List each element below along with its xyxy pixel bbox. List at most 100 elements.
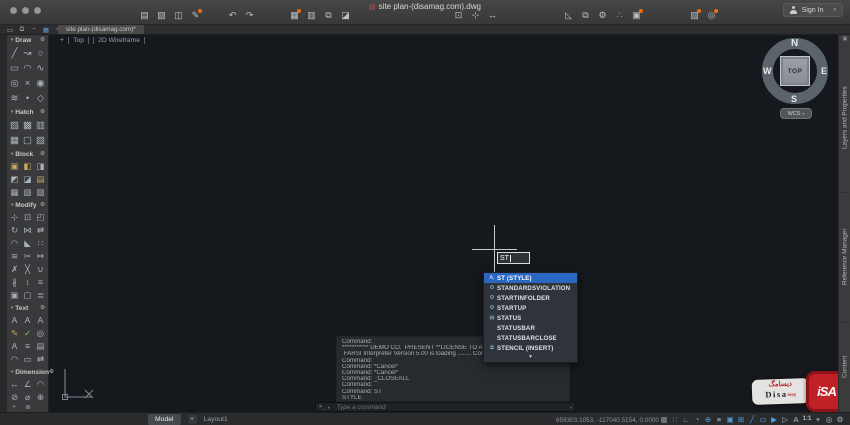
viewport-visual-style-control[interactable]: 2D Wireframe	[93, 37, 145, 44]
stretch-icon[interactable]: ⇄	[34, 224, 47, 237]
content-palettes-icon[interactable]: ▨	[688, 9, 701, 22]
center-mark-icon[interactable]: ⊕	[34, 391, 47, 404]
gradient-icon[interactable]: ▩	[21, 118, 34, 133]
auto-annotation-scale-icon[interactable]: ▷	[780, 414, 790, 425]
insert-block-icon[interactable]: ▣	[8, 160, 21, 173]
spell-check-icon[interactable]: ✓	[21, 327, 34, 340]
wipeout-icon[interactable]: ▢	[21, 133, 34, 148]
block-editor-icon[interactable]: ◨	[34, 160, 47, 173]
palette-section-header-block[interactable]: ▾Block⚙	[7, 148, 48, 160]
erase-icon[interactable]: ✗	[8, 263, 21, 276]
model-tab[interactable]: Model	[148, 414, 181, 425]
rectangle-icon[interactable]: ▭	[8, 61, 21, 76]
annotation-visibility-icon[interactable]: ▶	[769, 414, 779, 425]
fillet-icon[interactable]: ◠	[8, 237, 21, 250]
radius-dimension-icon[interactable]: ⌀	[21, 391, 34, 404]
viewport-controls[interactable]: + Top 2D Wireframe	[60, 37, 145, 44]
align-icon[interactable]: ≡	[34, 276, 47, 289]
panel-toggle-icon[interactable]: ▣	[839, 36, 850, 42]
viewcube-top-face[interactable]: TOP	[780, 56, 810, 86]
palette-section-header-draw[interactable]: ▾Draw⚙	[7, 34, 48, 46]
layouts-icon[interactable]: ▣	[630, 9, 643, 22]
overflow-icon[interactable]: −	[28, 26, 40, 33]
arc-text-icon[interactable]: ◠	[8, 353, 21, 366]
snap-grid-icon[interactable]: ⊞	[736, 414, 746, 425]
join-icon[interactable]: ∪	[34, 263, 47, 276]
annotation-scale-icon[interactable]: 1:1	[802, 414, 812, 425]
point-icon[interactable]: •	[21, 91, 34, 106]
group-icon[interactable]: ▧	[21, 186, 34, 199]
orbit-icon[interactable]: ↔	[486, 9, 499, 22]
palette-section-header-modify[interactable]: ▾Modify⚙	[7, 199, 48, 211]
associative-hatch-icon[interactable]: ▦	[8, 133, 21, 148]
tool-set-list-icon[interactable]: ≣	[25, 404, 31, 412]
autocomplete-item[interactable]: ▤STATUS	[484, 313, 577, 323]
print-preview-icon[interactable]: ▥	[305, 9, 318, 22]
break-icon[interactable]: ∦	[8, 276, 21, 289]
save-file-icon[interactable]: ◫	[172, 9, 185, 22]
hardware-acceleration-icon[interactable]: ▭	[758, 414, 768, 425]
extend-icon[interactable]: ↦	[34, 250, 47, 263]
scale-menu-caret-icon[interactable]: ▾	[813, 414, 823, 425]
section-settings-icon[interactable]: ⚙	[49, 369, 54, 375]
dynamic-command-input[interactable]: ST	[497, 252, 530, 264]
sign-in-button[interactable]: Sign In ▾	[783, 3, 843, 17]
annotation-scale-person-icon[interactable]: A	[791, 414, 801, 425]
viewport-layout-icon[interactable]: ▭	[4, 26, 16, 34]
paste-icon[interactable]: ⧉	[579, 9, 592, 22]
edit-attribute-icon[interactable]: ▤	[34, 173, 47, 186]
command-finder-icon[interactable]: ◎	[705, 9, 718, 22]
wcs-menu[interactable]: WCS ▾	[780, 108, 812, 119]
zoom-window-icon[interactable]: ⊡	[452, 9, 465, 22]
panel-tab-content[interactable]: Content	[839, 326, 850, 408]
ortho-mode-icon[interactable]: ∟	[681, 414, 691, 425]
autocomplete-item[interactable]: STATUSBARCLOSE	[484, 333, 577, 343]
revision-cloud-icon[interactable]: ≋	[8, 91, 21, 106]
viewcube-south[interactable]: S	[791, 94, 797, 104]
purge-icon[interactable]: ▨	[34, 186, 47, 199]
plot-icon[interactable]: ▦	[288, 9, 301, 22]
arc-icon[interactable]: ◠	[21, 61, 34, 76]
layout1-tab[interactable]: Layout1	[204, 416, 228, 423]
trim-icon[interactable]: ✂	[21, 250, 34, 263]
snap-mode-icon[interactable]: ∷	[670, 414, 680, 425]
thumbnail-view-icon[interactable]: ▦	[40, 26, 52, 34]
polyline-icon[interactable]: ↝	[21, 46, 34, 61]
object-snap-tracking-icon[interactable]: ▣	[725, 414, 735, 425]
palette-section-header-dimension[interactable]: ▾Dimension⚙	[7, 366, 48, 378]
polar-tracking-icon[interactable]: ◔	[692, 414, 702, 425]
viewport-view-control[interactable]: Top	[68, 37, 89, 44]
create-block-icon[interactable]: ◧	[21, 160, 34, 173]
object-snap-icon[interactable]: ⊕	[703, 414, 713, 425]
diameter-dimension-icon[interactable]: ⊘	[8, 391, 21, 404]
text-style-icon[interactable]: A	[34, 314, 47, 327]
construction-line-icon[interactable]: ×	[21, 76, 34, 91]
text-frame-icon[interactable]: ▤	[34, 340, 47, 353]
hatch-icon[interactable]: ▨	[8, 118, 21, 133]
boundary-icon[interactable]: ▥	[34, 118, 47, 133]
palette-section-header-hatch[interactable]: ▾Hatch⚙	[7, 106, 48, 118]
linear-dimension-icon[interactable]: ↔	[8, 378, 21, 391]
chamfer-icon[interactable]: ◣	[21, 237, 34, 250]
attach-reference-icon[interactable]: ▦	[8, 186, 21, 199]
viewport-expand-icon[interactable]: +	[60, 37, 64, 44]
redo-icon[interactable]: ↷	[243, 9, 256, 22]
solid-fill-icon[interactable]: ▧	[34, 133, 47, 148]
mirror-icon[interactable]: ⋈	[21, 224, 34, 237]
justify-text-icon[interactable]: ≡	[21, 340, 34, 353]
text-mask-icon[interactable]: ▭	[21, 353, 34, 366]
define-attribute-icon[interactable]: ◪	[21, 173, 34, 186]
autocomplete-item[interactable]: A,ST (STYLE)	[484, 273, 577, 283]
array-icon[interactable]: ∷	[34, 237, 47, 250]
measure-icon[interactable]: ◺	[562, 9, 575, 22]
open-file-icon[interactable]: ▧	[155, 9, 168, 22]
new-file-icon[interactable]: ▤	[138, 9, 151, 22]
offset-icon[interactable]: ≋	[8, 250, 21, 263]
grid-display-icon[interactable]: ▦	[659, 414, 669, 425]
autocomplete-more-arrow-icon[interactable]: ▼	[484, 353, 577, 362]
dynamic-input-icon[interactable]: ≡	[714, 414, 724, 425]
properties-icon[interactable]: ≣	[34, 289, 47, 302]
new-layout-button[interactable]: +	[188, 415, 197, 424]
add-tool-set-icon[interactable]: +	[12, 404, 16, 412]
multiline-text-icon[interactable]: A	[21, 314, 34, 327]
